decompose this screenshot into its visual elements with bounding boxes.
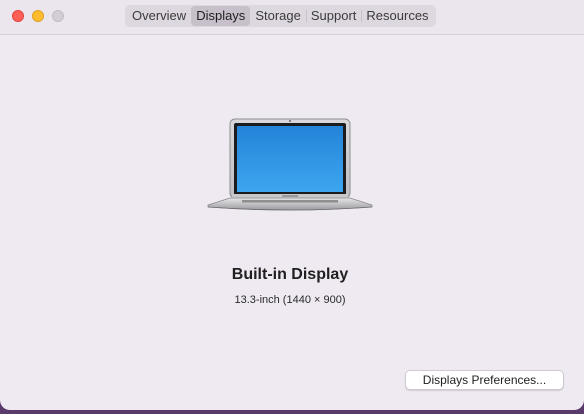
tab-overview[interactable]: Overview [127,5,191,27]
zoom-button[interactable] [52,10,64,22]
close-button[interactable] [12,10,24,22]
tab-support[interactable]: Support [305,5,362,27]
macbook-air-icon [207,118,373,211]
display-spec: 13.3-inch (1440 × 900) [234,294,346,306]
about-this-mac-window: Overview Displays Storage Support Resour… [0,0,584,410]
tab-bar: Overview Displays Storage Support Resour… [125,5,436,27]
tab-storage[interactable]: Storage [250,5,306,27]
title-bar: Overview Displays Storage Support Resour… [0,0,584,35]
displays-preferences-button[interactable]: Displays Preferences... [405,370,564,390]
tab-displays[interactable]: Displays [191,6,251,26]
minimize-button[interactable] [32,10,44,22]
display-name: Built-in Display [231,266,349,283]
tab-resources[interactable]: Resources [361,5,433,27]
